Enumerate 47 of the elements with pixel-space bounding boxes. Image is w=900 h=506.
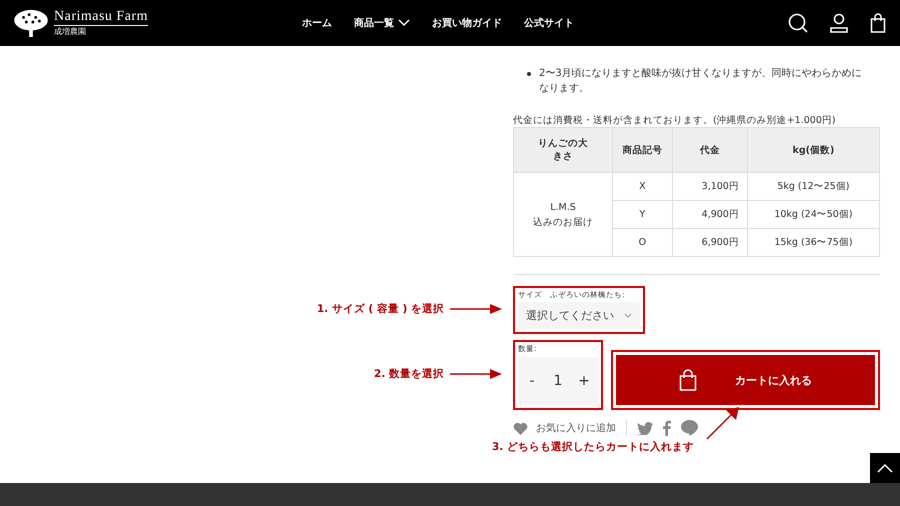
nav-link[interactable]: ホーム: [302, 16, 332, 30]
table-cell: 4,900円: [672, 200, 748, 228]
chevron-down-icon: [624, 313, 632, 318]
decrement-button[interactable]: -: [518, 372, 546, 390]
chevron-up-icon: [877, 464, 893, 472]
add-to-cart-button[interactable]: カートに入れる: [616, 355, 875, 405]
table-cell: L.M.S 込みのお届け: [514, 172, 612, 256]
favorite-link[interactable]: お気に入りに追加: [513, 421, 616, 435]
logo-subtitle: 成増農園: [54, 26, 87, 37]
table-cell: 3,100円: [672, 172, 748, 200]
user-icon[interactable]: [830, 13, 848, 33]
table-cell: Y: [612, 200, 672, 228]
arrow-icon: [450, 369, 502, 379]
nav-link[interactable]: 公式サイト: [524, 16, 574, 30]
bird-icon[interactable]: [637, 422, 653, 434]
table-cell: 6,900円: [672, 228, 748, 256]
speech-bubble-icon[interactable]: [681, 420, 698, 436]
table-cell: 5kg (12〜25個): [747, 172, 880, 200]
tree-logo-icon: [12, 9, 50, 37]
annotation-text: 1. サイズ ( 容量 ) を選択: [316, 302, 444, 316]
quantity-value[interactable]: 1: [546, 373, 570, 389]
increment-button[interactable]: +: [570, 372, 598, 390]
note-text: 2〜3月頃になりますと酸味が抜け甘くなりますが、同時にやわらかめになります。: [539, 66, 863, 96]
table-cell: 15kg (36〜75個): [747, 228, 880, 256]
heart-icon: [513, 422, 528, 434]
annotation-text: 3. どちらも選択したらカートに入れます: [492, 440, 694, 454]
nav-link[interactable]: 商品一覧: [354, 16, 410, 30]
search-icon[interactable]: [788, 13, 808, 33]
table-header: 代金: [672, 128, 748, 172]
annotation-text: 2. 数量を選択: [374, 367, 444, 381]
shopping-bag-icon: [679, 369, 697, 391]
shopping-bag-icon[interactable]: [870, 13, 886, 33]
size-select[interactable]: 選択してください: [518, 302, 640, 329]
letter-f-icon[interactable]: [663, 420, 671, 436]
price-note: 代金には消費税・送料が含まれております。(沖縄県のみ別途+1.000円): [513, 114, 837, 127]
bullet-icon: [527, 72, 531, 76]
back-to-top-button[interactable]: [870, 453, 900, 483]
table-cell: O: [612, 228, 672, 256]
table-header: りんごの大きさ: [514, 128, 612, 172]
arrow-icon: [450, 304, 502, 314]
logo-name[interactable]: Narimasu Farm: [54, 9, 148, 26]
arrow-icon: [706, 406, 740, 440]
nav-link[interactable]: お買い物ガイド: [432, 16, 502, 30]
table-header: 商品記号: [612, 128, 672, 172]
table-header: kg(個数): [747, 128, 880, 172]
table-cell: X: [612, 172, 672, 200]
table-cell: 10kg (24〜50個): [747, 200, 880, 228]
